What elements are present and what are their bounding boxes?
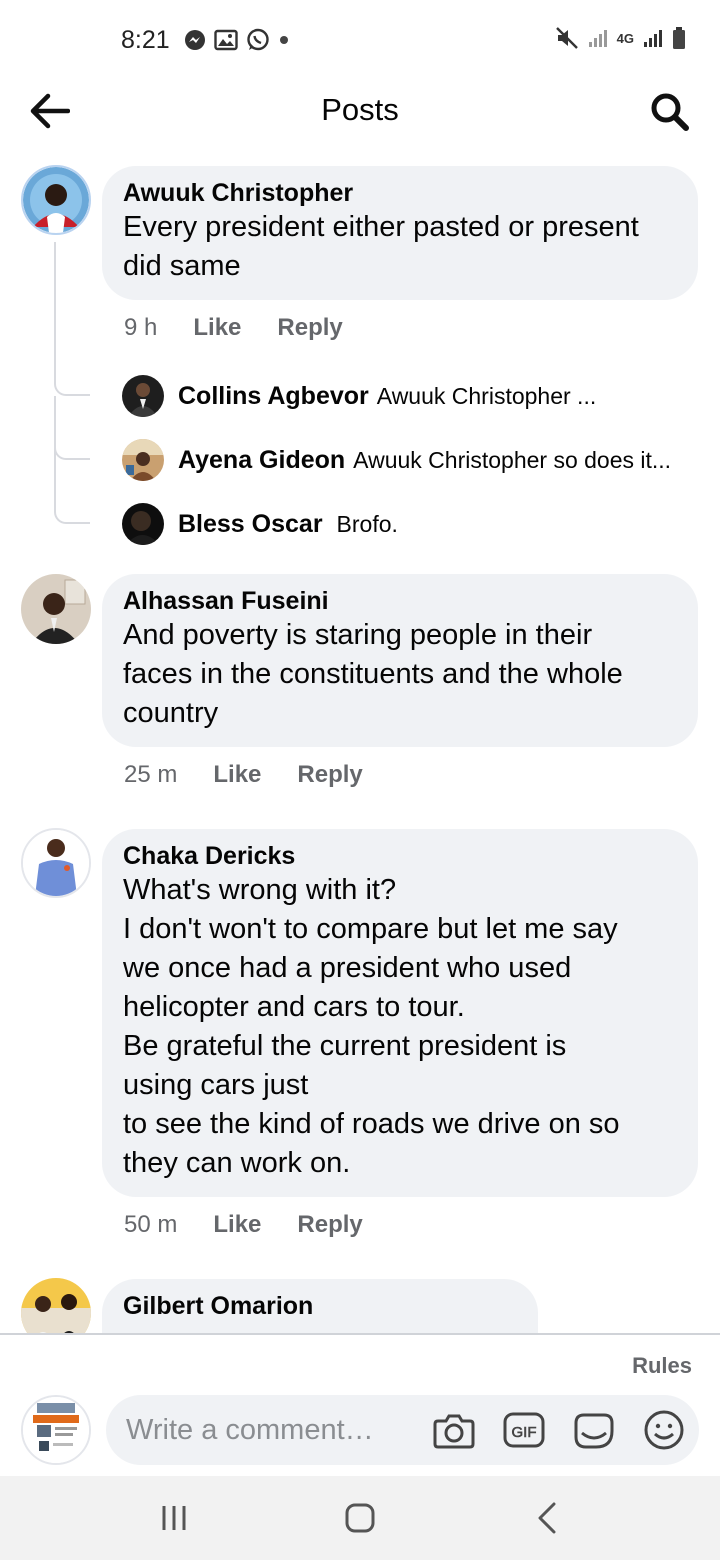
- reply-button[interactable]: Reply: [297, 761, 362, 789]
- comment-meta: 9 h Like Reply: [124, 314, 343, 342]
- comment-author[interactable]: Gilbert Omarion: [123, 1291, 518, 1321]
- comment-meta: 25 m Like Reply: [124, 761, 363, 789]
- reply-button[interactable]: Reply: [297, 1211, 362, 1239]
- app-header: Posts: [0, 80, 720, 144]
- comment-author[interactable]: Alhassan Fuseini: [123, 586, 678, 616]
- search-icon[interactable]: [650, 92, 690, 132]
- gallery-icon: [214, 29, 238, 51]
- thread-branch: [54, 396, 90, 524]
- thread-branch: [54, 382, 90, 396]
- comment-bubble[interactable]: Awuuk Christopher Every president either…: [102, 166, 698, 300]
- status-right-icons: 4G: [555, 26, 686, 50]
- messenger-icon: [185, 30, 205, 50]
- thread-line: [54, 242, 56, 382]
- 4g-icon: 4G: [616, 30, 634, 46]
- avatar[interactable]: [21, 828, 91, 898]
- comment-text: What's wrong with it? I don't won't to c…: [123, 874, 620, 1179]
- comment-bubble[interactable]: Chaka Dericks What's wrong with it? I do…: [102, 829, 698, 1197]
- like-button[interactable]: Like: [193, 314, 241, 342]
- reply-text: Brofo.: [336, 510, 398, 537]
- svg-text:GIF: GIF: [512, 1424, 537, 1441]
- avatar[interactable]: [21, 1395, 91, 1465]
- comment-bubble[interactable]: Alhassan Fuseini And poverty is staring …: [102, 574, 698, 747]
- avatar[interactable]: [122, 375, 164, 417]
- avatar[interactable]: [21, 1278, 91, 1333]
- avatar[interactable]: [122, 503, 164, 545]
- comment-author[interactable]: Chaka Dericks: [123, 841, 678, 871]
- comment-bubble[interactable]: Gilbert Omarion: [102, 1279, 538, 1333]
- comment-text: And poverty is staring people in their f…: [123, 619, 623, 729]
- divider: [0, 1333, 720, 1335]
- status-time: 8:21: [121, 26, 170, 54]
- recent-apps-icon[interactable]: [154, 1498, 194, 1538]
- comment-author[interactable]: Awuuk Christopher: [123, 178, 678, 208]
- reply-author[interactable]: Bless Oscar: [178, 510, 323, 539]
- avatar[interactable]: [21, 574, 91, 644]
- avatar[interactable]: [21, 165, 91, 235]
- comment-list[interactable]: Awuuk Christopher Every president either…: [0, 150, 720, 1333]
- reply-text: Awuuk Christopher so does it...: [353, 446, 672, 473]
- page-title: Posts: [321, 92, 399, 127]
- reply-author[interactable]: Ayena Gideon: [178, 446, 345, 475]
- battery-icon: [673, 27, 685, 49]
- like-button[interactable]: Like: [213, 1211, 261, 1239]
- comment-input[interactable]: [126, 1395, 426, 1465]
- reply-preview[interactable]: Collins Agbevor Awuuk Christopher ...: [122, 374, 596, 418]
- signal-icon: [588, 30, 607, 47]
- reply-author[interactable]: Collins Agbevor: [178, 382, 369, 411]
- avatar[interactable]: [122, 439, 164, 481]
- reply-text: Awuuk Christopher ...: [376, 382, 597, 409]
- status-left-icons: [184, 28, 290, 52]
- reply-preview[interactable]: Ayena Gideon Awuuk Christopher so does i…: [122, 438, 671, 482]
- reply-preview[interactable]: Bless Oscar Brofo.: [122, 502, 398, 546]
- gif-icon[interactable]: GIF: [502, 1409, 546, 1451]
- notification-dot-icon: [280, 36, 288, 44]
- rules-link[interactable]: Rules: [632, 1353, 692, 1379]
- comment-composer[interactable]: GIF: [106, 1395, 699, 1465]
- back-icon[interactable]: [528, 1498, 568, 1538]
- system-nav-bar: [0, 1476, 720, 1560]
- emoji-icon[interactable]: [642, 1409, 686, 1451]
- comment-time[interactable]: 9 h: [124, 314, 157, 342]
- comment-time[interactable]: 50 m: [124, 1211, 177, 1239]
- comment-time[interactable]: 25 m: [124, 761, 177, 789]
- reply-button[interactable]: Reply: [277, 314, 342, 342]
- sticker-icon[interactable]: [572, 1409, 616, 1451]
- whatsapp-icon: [247, 28, 269, 51]
- status-bar: 8:21 4G: [0, 0, 720, 80]
- mute-icon: [555, 27, 578, 49]
- comment-meta: 50 m Like Reply: [124, 1211, 363, 1239]
- camera-icon[interactable]: [432, 1409, 476, 1451]
- home-icon[interactable]: [340, 1498, 380, 1538]
- signal-icon: [644, 30, 662, 47]
- comment-text: Every president either pasted or present…: [123, 211, 639, 282]
- like-button[interactable]: Like: [213, 761, 261, 789]
